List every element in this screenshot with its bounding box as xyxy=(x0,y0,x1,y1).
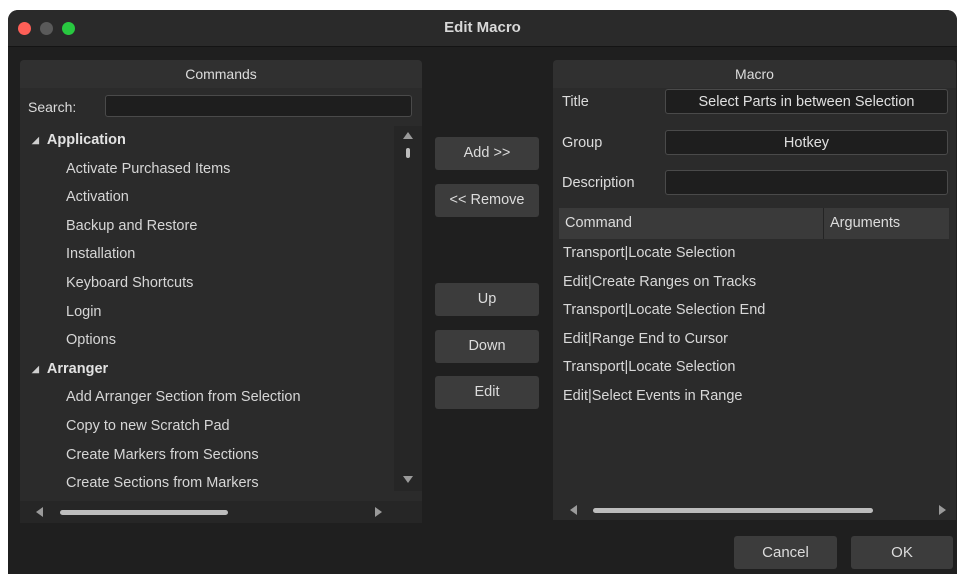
tree-item[interactable]: Installation xyxy=(20,240,394,269)
commands-panel: Commands Search: ◢ Application Activate P… xyxy=(20,60,422,523)
scroll-right-arrow-icon[interactable] xyxy=(375,507,382,517)
title-row: Title xyxy=(553,89,956,115)
scroll-up-arrow-icon[interactable] xyxy=(403,132,413,139)
edit-macro-window: Edit Macro Commands Search: ◢ Application… xyxy=(8,10,957,574)
tree-item[interactable]: Activate Purchased Items xyxy=(20,155,394,184)
add-button[interactable]: Add >> xyxy=(435,137,539,170)
horizontal-scroll-thumb[interactable] xyxy=(593,508,873,513)
tree-group-application[interactable]: ◢ Application xyxy=(20,126,394,155)
macro-panel: Macro Title Group Description Command Ar… xyxy=(553,60,956,520)
commands-header: Commands xyxy=(20,60,422,88)
tree-item[interactable]: Login xyxy=(20,298,394,327)
macro-horizontal-scrollbar[interactable] xyxy=(553,500,956,520)
search-label: Search: xyxy=(28,99,77,115)
group-label: Group xyxy=(562,135,603,151)
tree-item[interactable]: Keyboard Shortcuts xyxy=(20,269,394,298)
title-field[interactable] xyxy=(665,89,948,114)
tree-item[interactable]: Activation xyxy=(20,183,394,212)
scroll-down-arrow-icon[interactable] xyxy=(403,476,413,483)
commands-vertical-scrollbar[interactable] xyxy=(394,126,422,491)
macro-header: Macro xyxy=(553,60,956,88)
search-row: Search: xyxy=(20,94,422,120)
description-row: Description xyxy=(553,170,956,196)
vertical-scroll-thumb[interactable] xyxy=(406,148,410,158)
up-button[interactable]: Up xyxy=(435,283,539,316)
column-divider[interactable] xyxy=(823,208,824,239)
column-header-command[interactable]: Command xyxy=(565,208,632,239)
scroll-left-arrow-icon[interactable] xyxy=(36,507,43,517)
ok-button[interactable]: OK xyxy=(851,536,953,569)
table-row[interactable]: Transport|Locate Selection End xyxy=(559,296,949,325)
table-row[interactable]: Transport|Locate Selection xyxy=(559,239,949,268)
commands-horizontal-scrollbar[interactable] xyxy=(20,501,394,523)
macro-commands-list[interactable]: Transport|Locate Selection Edit|Create R… xyxy=(559,239,949,501)
group-row: Group xyxy=(553,130,956,156)
tree-group-label: Application xyxy=(46,132,126,148)
collapse-triangle-icon[interactable]: ◢ xyxy=(32,126,39,155)
horizontal-scroll-thumb[interactable] xyxy=(60,510,228,515)
macro-table-header: Command Arguments xyxy=(559,208,949,239)
tree-item[interactable]: Backup and Restore xyxy=(20,212,394,241)
tree-item[interactable]: Add Arranger Section from Selection xyxy=(20,383,394,412)
table-row[interactable]: Edit|Range End to Cursor xyxy=(559,325,949,354)
cancel-button[interactable]: Cancel xyxy=(734,536,837,569)
down-button[interactable]: Down xyxy=(435,330,539,363)
title-bar: Edit Macro xyxy=(8,10,957,47)
table-row[interactable]: Transport|Locate Selection xyxy=(559,353,949,382)
scroll-left-arrow-icon[interactable] xyxy=(570,505,577,515)
remove-button[interactable]: << Remove xyxy=(435,184,539,217)
group-field[interactable] xyxy=(665,130,948,155)
tree-item[interactable]: Create Markers from Sections xyxy=(20,441,394,470)
tree-item[interactable]: Copy to new Scratch Pad xyxy=(20,412,394,441)
tree-group-label: Arranger xyxy=(46,360,109,377)
window-title: Edit Macro xyxy=(444,19,521,36)
collapse-triangle-icon[interactable]: ◢ xyxy=(32,355,39,384)
column-header-arguments[interactable]: Arguments xyxy=(830,208,900,239)
scrollbar-corner xyxy=(394,501,422,523)
table-row[interactable]: Edit|Create Ranges on Tracks xyxy=(559,268,949,297)
tree-item[interactable]: Create Sections from Markers xyxy=(20,469,394,491)
title-label: Title xyxy=(562,94,589,110)
table-row[interactable]: Edit|Select Events in Range xyxy=(559,382,949,411)
description-label: Description xyxy=(562,175,635,191)
description-field[interactable] xyxy=(665,170,948,195)
commands-tree[interactable]: ◢ Application Activate Purchased Items Ac… xyxy=(20,126,394,491)
tree-group-arranger[interactable]: ◢ Arranger xyxy=(20,355,394,384)
tree-item[interactable]: Options xyxy=(20,326,394,355)
scroll-right-arrow-icon[interactable] xyxy=(939,505,946,515)
search-input[interactable] xyxy=(105,95,412,117)
edit-button[interactable]: Edit xyxy=(435,376,539,409)
